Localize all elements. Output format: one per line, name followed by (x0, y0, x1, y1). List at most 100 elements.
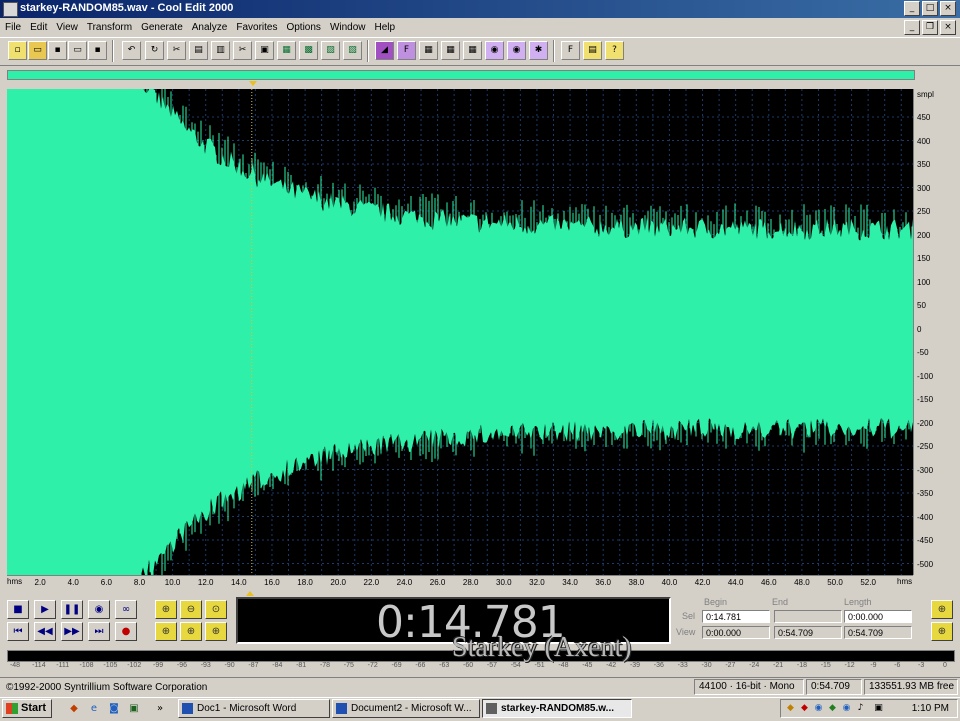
timeline-tick: 8.0 (133, 578, 146, 587)
timeline-tick: 46.0 (760, 578, 777, 587)
title-bar[interactable]: starkey-RANDOM85.wav - Cool Edit 2000 _ … (0, 0, 960, 18)
trim-icon[interactable]: ▨ (321, 41, 340, 60)
cut-wave-icon[interactable]: ✂ (167, 41, 186, 60)
sel-end-field[interactable] (774, 610, 842, 623)
tray-icon-4[interactable]: ◆ (827, 703, 838, 714)
zoom-selection-icon[interactable]: ⊕ (205, 622, 227, 641)
zoom-in-icon[interactable]: ⊕ (155, 600, 177, 619)
view-length-field[interactable]: 0:54.709 (844, 626, 912, 639)
loop-button[interactable]: ∞ (115, 600, 137, 619)
spectral-view-icon[interactable]: ◢ (375, 41, 394, 60)
play-button[interactable]: ▶ (34, 600, 56, 619)
play-to-end-button[interactable]: ◉ (88, 600, 110, 619)
mix-paste-icon[interactable]: ▩ (299, 41, 318, 60)
menu-file[interactable]: File (0, 22, 25, 33)
menu-generate[interactable]: Generate (136, 22, 187, 33)
sel-length-field[interactable]: 0:00.000 (844, 610, 912, 623)
zoom-out-icon[interactable]: ⊖ (180, 600, 202, 619)
tray-icon-5[interactable]: ◉ (841, 703, 852, 714)
crop-icon[interactable]: ▧ (343, 41, 362, 60)
timeline-tick: 16.0 (264, 578, 280, 587)
meter-tick: -75 (343, 662, 354, 669)
cue-ruler[interactable] (7, 81, 913, 89)
new-file-icon[interactable]: ▫ (8, 41, 27, 60)
zoom-left-icon[interactable]: ⊕ (155, 622, 177, 641)
waveform-display[interactable] (7, 89, 913, 575)
tray-icon-3[interactable]: ◉ (813, 703, 824, 714)
quicklaunch-more-icon[interactable]: » (152, 701, 168, 716)
waveform-view-icon[interactable]: F (397, 41, 416, 60)
go-to-start-button[interactable]: ⏮ (7, 622, 29, 641)
sel-label: Sel (682, 611, 696, 621)
minimize-button[interactable]: _ (904, 1, 920, 16)
cd-track-icon[interactable]: ◉ (507, 41, 526, 60)
favorites-icon[interactable]: F (561, 41, 580, 60)
open-file-icon[interactable]: ▭ (28, 41, 47, 60)
quicklaunch-outlook-icon[interactable]: ◙ (106, 701, 122, 716)
fast-forward-button[interactable]: ▶▶ (61, 622, 83, 641)
task-document2[interactable]: Document2 - Microsoft W... (332, 699, 480, 718)
cut-icon[interactable]: ✂ (233, 41, 252, 60)
menu-transform[interactable]: Transform (82, 22, 136, 33)
doc-minimize-button[interactable]: _ (904, 20, 920, 35)
go-to-end-button[interactable]: ⏭ (88, 622, 110, 641)
network-icon[interactable]: ▣ (873, 703, 884, 714)
zoom-out-vertical-icon[interactable]: ⊕ (931, 622, 953, 641)
menu-window[interactable]: Window (325, 22, 370, 33)
help-icon[interactable]: ? (605, 41, 624, 60)
meter-tick: -84 (272, 662, 283, 669)
zoom-full-icon[interactable]: ⊙ (205, 600, 227, 619)
volume-icon[interactable]: ♪ (855, 703, 866, 714)
app-icon[interactable] (3, 2, 18, 17)
quicklaunch-desktop-icon[interactable]: ▣ (126, 701, 142, 716)
tray-icon-1[interactable]: ◆ (785, 703, 796, 714)
doc-restore-button[interactable]: ❐ (922, 20, 938, 35)
save-selection-icon[interactable]: ▪ (88, 41, 107, 60)
doc-close-button[interactable]: × (940, 20, 956, 35)
maximize-button[interactable]: □ (922, 1, 938, 16)
zoom-in-vertical-icon[interactable]: ⊕ (931, 600, 953, 619)
timeline-tick: 34.0 (562, 578, 578, 587)
menu-favorites[interactable]: Favorites (231, 22, 281, 33)
snap-ruler-icon[interactable]: ▦ (419, 41, 438, 60)
record-button[interactable]: ● (115, 622, 137, 641)
pause-button[interactable]: ❚❚ (61, 600, 83, 619)
menu-view[interactable]: View (51, 22, 82, 33)
quicklaunch-ie-icon[interactable]: e (86, 701, 102, 716)
info-icon[interactable]: ▤ (583, 41, 602, 60)
status-bar: ©1992-2000 Syntrillium Software Corporat… (0, 677, 960, 697)
close-button[interactable]: × (940, 1, 956, 16)
menu-help[interactable]: Help (370, 22, 400, 33)
rewind-button[interactable]: ◀◀ (34, 622, 56, 641)
undo-icon[interactable]: ↶ (122, 41, 141, 60)
meter-tick: -9 (870, 662, 877, 669)
open-append-icon[interactable]: ▭ (68, 41, 87, 60)
task-doc1[interactable]: Doc1 - Microsoft Word (178, 699, 330, 718)
copy-icon[interactable]: ▤ (189, 41, 208, 60)
view-end-field[interactable]: 0:54.709 (774, 626, 842, 639)
repeat-icon[interactable]: ↻ (145, 41, 164, 60)
stop-button[interactable]: ■ (7, 600, 29, 619)
view-begin-field[interactable]: 0:00.000 (702, 626, 770, 639)
menu-analyze[interactable]: Analyze (187, 22, 232, 33)
cd-settings-icon[interactable]: ✱ (529, 41, 548, 60)
snap-samples-icon[interactable]: ▦ (463, 41, 482, 60)
save-icon[interactable]: ▪ (48, 41, 67, 60)
meter-tick: -102 (127, 662, 142, 669)
paste-new-icon[interactable]: ▦ (277, 41, 296, 60)
sel-begin-field[interactable]: 0:14.781 (702, 610, 770, 623)
quicklaunch-office-icon[interactable]: ◆ (66, 701, 82, 716)
meter-tick: -96 (176, 662, 187, 669)
overview-bar[interactable] (7, 70, 915, 80)
cd-icon[interactable]: ◉ (485, 41, 504, 60)
start-button[interactable]: Start (2, 699, 52, 718)
copy-new-icon[interactable]: ▥ (211, 41, 230, 60)
task-cool-edit[interactable]: starkey-RANDOM85.w... (482, 699, 632, 718)
menu-edit[interactable]: Edit (25, 22, 51, 33)
tray-icon-2[interactable]: ◆ (799, 703, 810, 714)
snap-cues-icon[interactable]: ▦ (441, 41, 460, 60)
timeline-ruler[interactable]: 2.0 4.0 6.0 8.0 10.0 12.0 14.0 16.0 18.0 20.0 22.0… (7, 575, 913, 590)
paste-icon[interactable]: ▣ (255, 41, 274, 60)
zoom-right-icon[interactable]: ⊕ (180, 622, 202, 641)
menu-options[interactable]: Options (281, 22, 324, 33)
